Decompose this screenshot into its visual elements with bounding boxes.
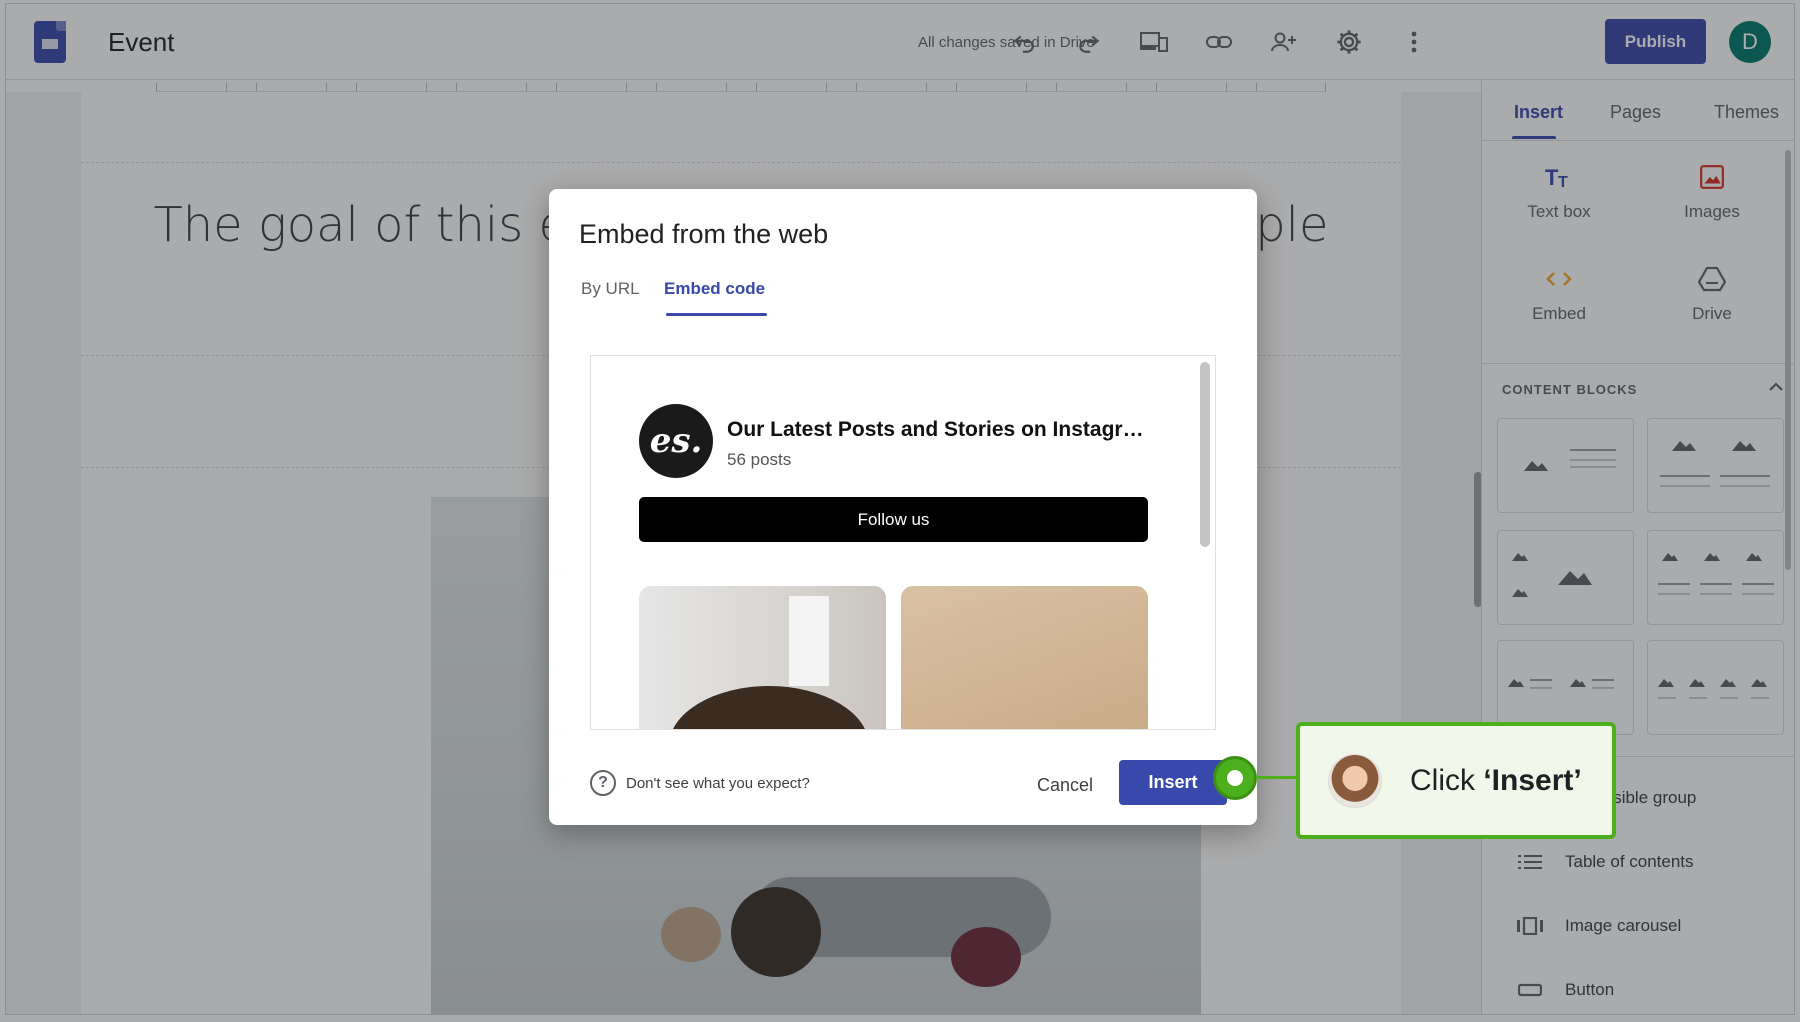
guide-avatar <box>1328 753 1382 808</box>
help-question-icon: ? <box>590 770 616 796</box>
guide-hotspot[interactable] <box>1213 756 1257 800</box>
guide-callout-text: Click ‘Insert’ <box>1410 763 1582 797</box>
guide-connector <box>1256 776 1296 779</box>
help-link[interactable]: ? Don't see what you expect? <box>590 770 810 796</box>
follow-us-button[interactable]: Follow us <box>639 497 1148 542</box>
embedsocial-logo: es. <box>639 404 713 478</box>
feed-photo[interactable] <box>901 586 1148 729</box>
help-text: Don't see what you expect? <box>626 774 810 792</box>
embed-preview-frame[interactable]: es. Our Latest Posts and Stories on Inst… <box>590 355 1216 730</box>
embed-dialog: Embed from the web By URL Embed code es.… <box>549 189 1257 825</box>
embed-scrollbar[interactable] <box>1200 362 1210 547</box>
tab-embed-code[interactable]: Embed code <box>664 279 765 299</box>
cancel-button[interactable]: Cancel <box>1019 763 1111 807</box>
feed-title: Our Latest Posts and Stories on Instagr… <box>727 418 1144 441</box>
insert-button[interactable]: Insert <box>1119 760 1227 805</box>
feed-post-count: 56 posts <box>727 450 792 469</box>
tab-by-url[interactable]: By URL <box>581 279 640 299</box>
active-tab-indicator <box>666 313 767 316</box>
dialog-title: Embed from the web <box>579 219 829 249</box>
feed-photo[interactable] <box>639 586 886 729</box>
guide-callout: Click ‘Insert’ <box>1296 722 1616 839</box>
